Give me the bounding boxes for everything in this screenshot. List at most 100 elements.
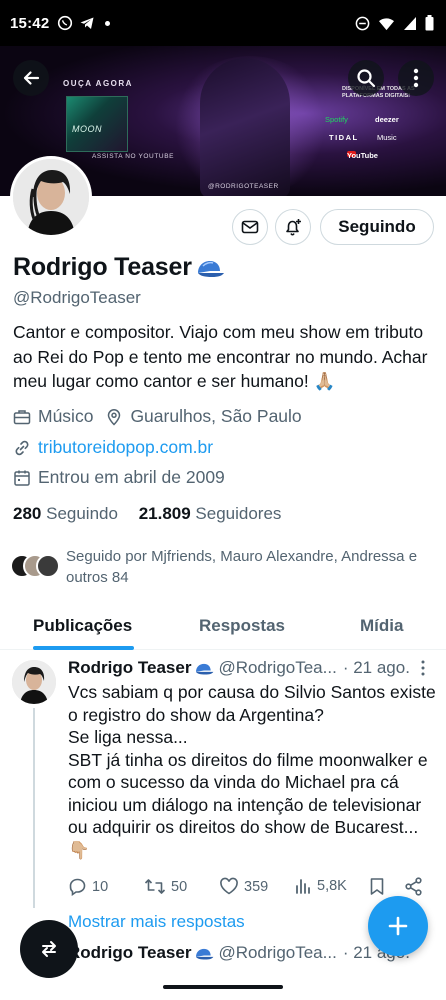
tweet-avatar-image	[12, 660, 56, 704]
search-icon	[357, 69, 376, 88]
followed-by-text: Seguido por Mjfriends, Mauro Alexandre, …	[66, 548, 418, 586]
calendar-icon	[13, 469, 31, 487]
profile-joined-row: Entrou em abril de 2009	[13, 467, 225, 488]
tweet-more-button[interactable]	[420, 659, 426, 682]
retweet-button[interactable]: 50	[144, 877, 187, 896]
followers-label: Seguidores	[195, 504, 282, 523]
tweet-author-handle: @RodrigoTea...	[218, 658, 337, 677]
more-vertical-icon	[421, 660, 425, 676]
profile-occupation: Músico	[38, 406, 94, 426]
following-button[interactable]: Seguindo	[320, 209, 434, 245]
like-count: 359	[244, 878, 269, 895]
whatsapp-icon	[58, 15, 73, 31]
reply-count: 10	[92, 878, 109, 895]
tab-respostas[interactable]: Respostas	[199, 602, 285, 650]
profile-website-link[interactable]: tributoreidopop.com.br	[38, 437, 213, 458]
mini-avatar	[36, 554, 60, 578]
more-vertical-icon	[413, 68, 419, 88]
signal-icon	[404, 16, 416, 30]
cap-badge-icon	[196, 663, 214, 674]
banner-ouca-text: OUÇA AGORA	[63, 79, 133, 88]
home-indicator[interactable]	[163, 985, 283, 989]
tweet-header: Rodrigo Teaser @RodrigoTea... · 21 ago.	[68, 658, 410, 678]
more-options-button[interactable]	[398, 60, 434, 96]
tidal-logo: TIDAL	[329, 133, 359, 142]
tweet-actions: 10 50 359 5,8K	[68, 877, 428, 901]
following-count-link[interactable]: 280 Seguindo	[13, 504, 118, 523]
reply-icon	[69, 878, 86, 896]
view-count: 5,8K	[317, 878, 347, 894]
profile-bio: Cantor e compositor. Viajo com meu show …	[13, 322, 428, 391]
search-button[interactable]	[348, 60, 384, 96]
views-button[interactable]: 5,8K	[294, 877, 347, 895]
cap-badge-icon	[197, 260, 224, 277]
bookmark-icon	[370, 878, 384, 895]
back-button[interactable]	[13, 60, 49, 96]
switch-arrows-icon	[42, 941, 56, 957]
dnd-icon	[355, 16, 370, 30]
compose-button[interactable]	[368, 896, 428, 956]
tab-publicacoes[interactable]: Publicações	[33, 602, 132, 650]
profile-meta-row: Músico Guarulhos, São Paulo	[13, 406, 302, 427]
cap-badge-icon	[196, 948, 214, 959]
share-icon	[405, 877, 422, 896]
tweet2-author-name[interactable]: Rodrigo Teaser	[68, 943, 191, 963]
profile-location: Guarulhos, São Paulo	[130, 406, 302, 426]
profile-handle: @RodrigoTeaser	[13, 288, 141, 307]
account-switch-button[interactable]	[20, 920, 78, 978]
retweet-count: 50	[171, 878, 188, 895]
notifications-button[interactable]	[275, 209, 311, 245]
message-button[interactable]	[232, 209, 268, 245]
profile-tabs: Publicações Respostas Mídia	[0, 602, 446, 650]
thread-line	[33, 708, 35, 908]
tweet-date: · 21 ago.	[342, 658, 410, 677]
apple-music-logo: Music	[377, 133, 397, 142]
tweet-avatar[interactable]	[12, 660, 56, 704]
banner-instagram-text: @RODRIGOTEASER	[208, 183, 279, 190]
followers-count-link[interactable]: 21.809 Seguidores	[139, 504, 282, 523]
follow-counts: 280 Seguindo 21.809 Seguidores	[13, 504, 281, 524]
tab-midia[interactable]: Mídia	[360, 602, 403, 650]
profile-website-row[interactable]: tributoreidopop.com.br	[13, 437, 213, 458]
avatar-image	[13, 159, 89, 235]
show-more-replies-link[interactable]: Mostrar mais respostas	[68, 912, 245, 932]
status-time: 15:42	[10, 14, 50, 32]
deezer-logo: deezer	[375, 115, 399, 124]
following-label: Seguindo	[46, 504, 118, 523]
profile-joined-date: Entrou em abril de 2009	[38, 467, 225, 487]
retweet-icon	[144, 879, 166, 894]
views-chart-icon	[296, 879, 310, 894]
wifi-icon	[379, 17, 394, 30]
following-count: 280	[13, 504, 42, 523]
active-tab-indicator	[33, 646, 134, 650]
banner-photo	[200, 58, 290, 196]
mail-icon	[241, 220, 259, 234]
status-bar: 15:42	[0, 0, 446, 46]
tweet-text: Vcs sabiam q por causa do Silvio Santos …	[68, 682, 436, 860]
followed-by-row[interactable]: Seguido por Mjfriends, Mauro Alexandre, …	[10, 546, 440, 588]
tweet2-author-handle: @RodrigoTea...	[218, 943, 337, 962]
location-pin-icon	[105, 408, 123, 426]
youtube-label: YouTube	[347, 151, 378, 160]
back-arrow-icon	[23, 71, 40, 85]
notification-dot	[105, 20, 111, 26]
battery-icon	[425, 15, 434, 31]
like-button[interactable]: 359	[219, 877, 268, 896]
telegram-icon	[80, 17, 94, 29]
album-title: MOON	[72, 124, 102, 134]
plus-icon	[388, 916, 408, 936]
banner-youtube-text: ASSISTA NO YOUTUBE	[92, 153, 175, 160]
share-button[interactable]	[404, 877, 423, 896]
tweet-author-name[interactable]: Rodrigo Teaser	[68, 658, 191, 678]
link-icon	[13, 439, 31, 457]
tweet2-header: Rodrigo Teaser @RodrigoTea... · 21 ago.	[68, 943, 410, 963]
profile-name: Rodrigo Teaser	[13, 253, 225, 282]
spotify-logo: Spotify	[325, 115, 348, 124]
reply-button[interactable]: 10	[68, 877, 108, 896]
followed-by-avatars	[10, 554, 62, 582]
briefcase-icon	[13, 408, 31, 426]
bookmark-button[interactable]	[369, 877, 385, 896]
heart-icon	[220, 877, 238, 895]
profile-name-text: Rodrigo Teaser	[13, 253, 192, 281]
profile-avatar[interactable]	[10, 156, 92, 238]
